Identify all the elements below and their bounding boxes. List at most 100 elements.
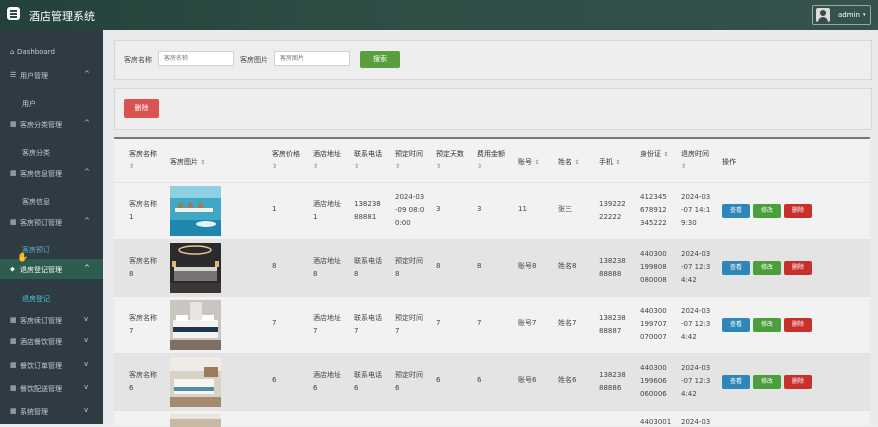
chevron-up-icon: ^ <box>84 264 90 272</box>
cell-phone: 联系电话8 <box>354 257 382 278</box>
table-row[interactable]: 4403001 2024-03 <box>114 410 870 427</box>
column-header[interactable]: 身份证 ⇕ <box>640 148 670 161</box>
column-header[interactable]: 联系电话 ⇕ <box>354 148 384 173</box>
grid-icon: ▦ <box>10 384 17 392</box>
sidebar-item-label: 餐饮订单管理 <box>20 362 62 370</box>
batch-delete-button[interactable]: 删除 <box>124 99 159 118</box>
cell-amount: 3 <box>477 205 482 213</box>
sidebar-item-room-booking-management[interactable]: ▦ 客房预订管理 ^ <box>0 212 103 232</box>
sidebar-item-label: 用户管理 <box>20 72 48 80</box>
room-thumbnail[interactable] <box>170 243 221 293</box>
column-header[interactable]: 费用金额 ⇕ <box>477 148 507 173</box>
chevron-up-icon: ^ <box>84 70 90 78</box>
cell-amount: 6 <box>477 376 482 384</box>
grid-icon: ▦ <box>10 337 17 345</box>
menu-icon[interactable] <box>7 7 20 20</box>
cell-id-card: 440300199707070007 <box>640 307 667 341</box>
user-menu[interactable]: admin ▾ <box>812 5 871 25</box>
edit-button[interactable]: 修改 <box>753 261 781 275</box>
column-header[interactable]: 姓名 ⇕ <box>558 157 579 167</box>
column-header[interactable]: 客房名称 ⇕ <box>129 148 159 173</box>
sidebar-item-label: 酒店餐饮管理 <box>20 338 62 346</box>
room-thumbnail[interactable] <box>170 186 221 236</box>
view-button[interactable]: 查看 <box>722 375 750 389</box>
cell-room-name: 客房名称6 <box>129 371 157 392</box>
sidebar-item-system-management[interactable]: ▦ 系统管理 v <box>0 401 103 421</box>
cell-price: 8 <box>272 262 277 270</box>
delete-button[interactable]: 删除 <box>784 375 812 389</box>
sidebar-item-label: 客房分类管理 <box>20 121 62 129</box>
sidebar-item-dining-management[interactable]: ▦ 酒店餐饮管理 v <box>0 331 103 351</box>
cell-phone: 联系电话6 <box>354 371 382 392</box>
sidebar-item-checkout-management[interactable]: ⬥ 退房登记管理 ^ <box>0 259 103 279</box>
room-thumbnail[interactable] <box>170 300 221 350</box>
edit-button[interactable]: 修改 <box>753 318 781 332</box>
sidebar-item-room-renewal-management[interactable]: ▦ 客房续订管理 v <box>0 310 103 330</box>
sidebar-item-label: 系统管理 <box>20 408 48 416</box>
sort-icon: ⇕ <box>395 163 401 170</box>
sidebar-sub-room-info[interactable]: 客房信息 <box>0 192 103 210</box>
table-row[interactable]: 客房名称1 1 酒店地址1 13823888881 2024-03-09 08:… <box>114 182 870 240</box>
column-header[interactable]: 预定时间 ⇕ <box>395 148 425 173</box>
table-row[interactable]: 客房名称6 6 酒店地址6 联系电话6 预定时间6 6 6 账号6 姓名6 13… <box>114 353 870 411</box>
sidebar: ⌂ Dashboard ☰ 用户管理 ^ 用户 ▦ 客房分类管理 ^ 客房分类 … <box>0 30 103 424</box>
column-header[interactable]: 酒店地址 ⇕ <box>313 148 341 173</box>
cell-id-card: 412345678912345222 <box>640 193 667 227</box>
sidebar-item-dashboard[interactable]: ⌂ Dashboard <box>0 42 103 62</box>
table-row[interactable]: 客房名称7 7 酒店地址7 联系电话7 预定时间7 7 7 账号7 姓名7 13… <box>114 296 870 354</box>
room-image-input[interactable] <box>274 51 350 66</box>
sidebar-item-room-category-management[interactable]: ▦ 客房分类管理 ^ <box>0 114 103 134</box>
sidebar-item-dining-order-management[interactable]: ▦ 餐饮订单管理 v <box>0 355 103 375</box>
view-button[interactable]: 查看 <box>722 261 750 275</box>
column-header[interactable]: 账号 ⇕ <box>518 157 539 167</box>
grid-icon: ▦ <box>10 218 17 226</box>
room-name-input[interactable] <box>158 51 234 66</box>
view-button[interactable]: 查看 <box>722 318 750 332</box>
cell-amount: 7 <box>477 319 482 327</box>
cell-room-name: 客房名称8 <box>129 257 157 278</box>
table-row[interactable]: 客房名称8 8 酒店地址8 联系电话8 预定时间8 8 8 账号8 姓名8 13… <box>114 239 870 297</box>
column-header[interactable]: 退房时间 ⇕ <box>681 148 711 173</box>
room-image-label: 客房图片 <box>240 56 268 64</box>
cell-days: 8 <box>436 262 441 270</box>
sidebar-item-label: 客房预订管理 <box>20 219 62 227</box>
delete-button[interactable]: 删除 <box>784 318 812 332</box>
chevron-up-icon: ^ <box>84 168 90 176</box>
sidebar-sub-room-booking[interactable]: 客房预订 <box>0 240 103 258</box>
column-header[interactable]: 预定天数 ⇕ <box>436 148 466 173</box>
app-title: 酒店管理系统 <box>29 10 95 23</box>
cell-person: 姓名8 <box>558 262 577 270</box>
cell-mobile: 13823888888 <box>599 257 626 278</box>
edit-button[interactable]: 修改 <box>753 375 781 389</box>
sidebar-sub-users[interactable]: 用户 <box>0 94 103 112</box>
sidebar-sub-checkout[interactable]: 退房登记 <box>0 289 103 307</box>
grid-icon: ▦ <box>10 361 17 369</box>
column-header[interactable]: 客房价格 ⇕ <box>272 148 300 173</box>
cell-address: 酒店地址7 <box>313 314 341 335</box>
sidebar-item-user-management[interactable]: ☰ 用户管理 ^ <box>0 65 103 85</box>
delete-button[interactable]: 删除 <box>784 204 812 218</box>
cell-days: 3 <box>436 205 441 213</box>
sidebar-item-label: 客房续订管理 <box>20 317 62 325</box>
sidebar-item-room-info-management[interactable]: ▦ 客房信息管理 ^ <box>0 163 103 183</box>
avatar <box>816 8 830 22</box>
sidebar-sub-room-category[interactable]: 客房分类 <box>0 143 103 161</box>
sort-icon: ⇕ <box>477 163 483 170</box>
chevron-down-icon: v <box>84 315 89 323</box>
sort-icon: ⇕ <box>615 159 621 166</box>
view-button[interactable]: 查看 <box>722 204 750 218</box>
cell-room-name: 客房名称1 <box>129 200 157 221</box>
cell-mobile: 13823888886 <box>599 371 626 392</box>
sidebar-item-label: 餐饮配送管理 <box>20 385 62 393</box>
chevron-up-icon: ^ <box>84 119 90 127</box>
search-button[interactable]: 搜索 <box>360 51 400 68</box>
sidebar-item-label: 退房登记管理 <box>20 266 62 274</box>
room-thumbnail[interactable] <box>170 357 221 407</box>
sidebar-item-dining-delivery-management[interactable]: ▦ 餐饮配送管理 v <box>0 378 103 398</box>
column-header[interactable]: 手机 ⇕ <box>599 157 620 167</box>
edit-button[interactable]: 修改 <box>753 204 781 218</box>
delete-button[interactable]: 删除 <box>784 261 812 275</box>
grid-icon: ▦ <box>10 120 17 128</box>
column-header[interactable]: 客房图片 ⇕ <box>170 157 205 167</box>
room-thumbnail[interactable] <box>170 414 221 427</box>
